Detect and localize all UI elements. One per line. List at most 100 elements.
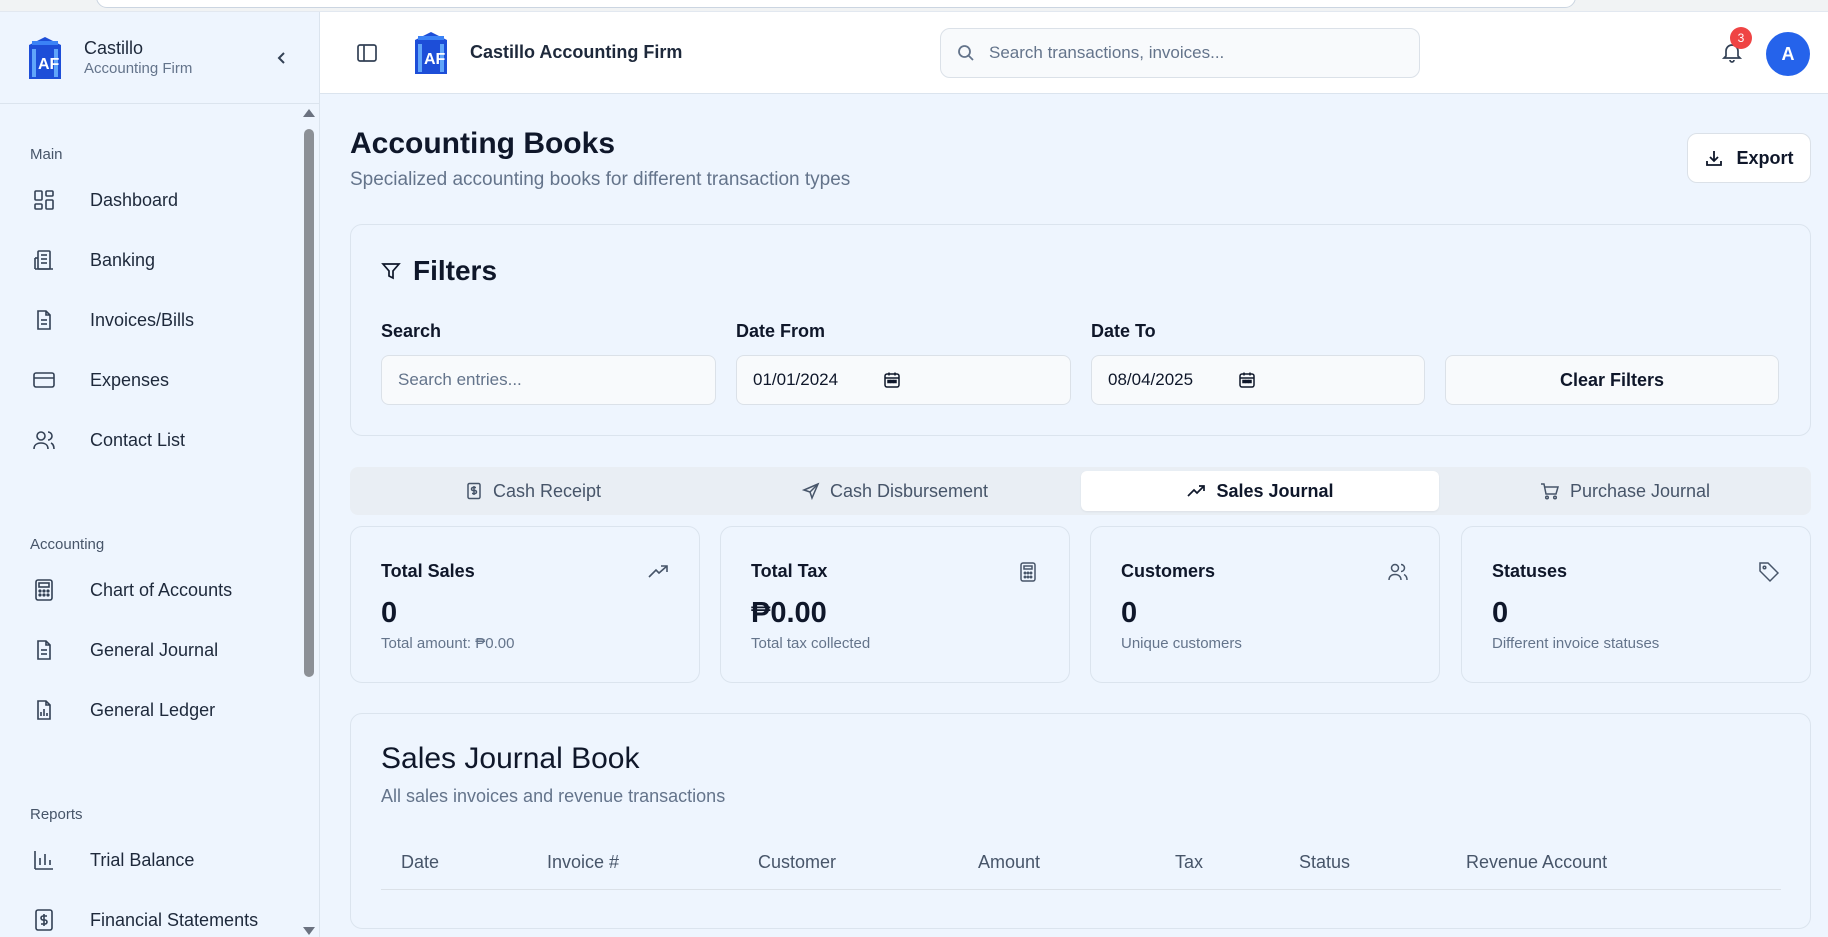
entries-search-input[interactable] [398,370,678,390]
column-header-customer[interactable]: Customer [758,852,836,873]
top-header: AF Castillo Accounting Firm 3 A [320,12,1828,94]
sidebar-item-label: General Journal [90,639,219,660]
tab-label: Purchase Journal [1569,480,1711,501]
tab-cash-disbursement[interactable]: Cash Disbursement [716,471,1074,511]
sidebar-item-trial-balance[interactable]: Trial Balance [30,838,290,882]
users-icon [30,426,58,454]
nav-section-main: Main [30,146,63,163]
tab-purchase-journal[interactable]: Purchase Journal [1446,471,1804,511]
date-to-field[interactable]: 08/04/2025 [1091,355,1425,405]
sidebar-item-dashboard[interactable]: Dashboard [30,178,290,222]
sidebar: AF Castillo Accounting Firm Main Dashboa… [0,12,320,937]
sidebar-item-label: General Ledger [90,699,216,720]
header-title: Castillo Accounting Firm [470,42,683,62]
date-from-label: Date From [736,321,826,341]
browser-address-bar[interactable] [96,0,1576,8]
table-header-row: Date Invoice # Customer Amount Tax Statu… [381,834,1781,890]
entries-search-field[interactable] [381,355,716,405]
search-label: Search [381,321,442,341]
shopping-cart-icon [1540,483,1559,500]
sidebar-item-financial-statements[interactable]: Financial Statements [30,898,290,937]
sidebar-item-general-journal[interactable]: General Journal [30,628,290,672]
sidebar-item-label: Expenses [90,369,170,390]
users-icon [1388,563,1408,581]
document-icon [30,636,58,664]
sidebar-collapse-button[interactable] [270,46,294,70]
column-header-revenue-account[interactable]: Revenue Account [1466,852,1607,873]
calculator-icon [1020,562,1036,582]
bank-building-icon [30,246,58,274]
sidebar-item-label: Chart of Accounts [90,579,233,600]
calendar-icon[interactable] [883,371,901,389]
sidebar-scrollbar[interactable] [301,107,315,937]
column-header-status[interactable]: Status [1299,852,1350,873]
firm-logo-icon: AF [415,32,447,74]
stat-card-customers: Customers 0 Unique customers [1090,526,1440,683]
filters-heading: Filters [381,255,497,287]
sidebar-item-chart-of-accounts[interactable]: Chart of Accounts [30,568,290,612]
stat-note: Different invoice statuses [1492,635,1660,652]
brand-name: Castillo [84,37,144,58]
brand-subtitle: Accounting Firm [84,59,193,77]
calculator-icon [30,576,58,604]
global-search-input[interactable] [989,43,1389,63]
toggle-sidebar-icon[interactable] [356,42,378,64]
download-icon [1706,151,1723,166]
sidebar-item-invoices-bills[interactable]: Invoices/Bills [30,298,290,342]
scroll-down-arrow-icon[interactable] [303,927,315,935]
sidebar-item-banking[interactable]: Banking [30,238,290,282]
page-subtitle: Specialized accounting books for differe… [350,169,851,190]
global-search[interactable] [940,28,1420,78]
column-header-amount[interactable]: Amount [978,852,1040,873]
bar-chart-icon [30,846,58,874]
journal-title: Sales Journal Book [381,742,640,775]
notification-count-badge: 3 [1730,27,1752,49]
stat-note: Unique customers [1121,635,1242,652]
trending-up-icon [648,565,668,578]
sidebar-item-expenses[interactable]: Expenses [30,358,290,402]
date-from-value: 01/01/2024 [753,370,839,389]
tab-cash-receipt[interactable]: Cash Receipt [354,471,712,511]
document-icon [30,306,58,334]
nav-section-reports: Reports [30,806,83,823]
tab-label: Cash Receipt [492,480,602,501]
svg-text:AF: AF [38,56,60,73]
nav-section-accounting: Accounting [30,536,105,553]
filters-card: Filters Search Date From 01/01/2024 Date… [350,224,1811,436]
dollar-receipt-icon [467,482,481,500]
scroll-up-arrow-icon[interactable] [303,109,315,117]
dashboard-grid-icon [30,186,58,214]
page-title: Accounting Books [350,127,616,160]
stat-value: ₱0.00 [751,597,827,629]
sidebar-item-label: Contact List [90,429,186,450]
send-icon [801,482,820,500]
stat-title: Statuses [1492,561,1568,581]
clear-filters-button[interactable]: Clear Filters [1445,355,1779,405]
file-chart-icon [30,696,58,724]
stat-title: Customers [1121,561,1216,581]
dollar-receipt-icon [30,906,58,934]
date-to-label: Date To [1091,321,1156,341]
sidebar-item-label: Financial Statements [90,909,259,930]
tab-sales-journal[interactable]: Sales Journal [1081,471,1439,511]
column-header-tax[interactable]: Tax [1175,852,1203,873]
trending-up-icon [1187,485,1206,497]
journal-subtitle: All sales invoices and revenue transacti… [381,786,726,806]
stat-value: 0 [381,597,398,629]
sidebar-brand: AF Castillo Accounting Firm [0,12,319,104]
sidebar-item-label: Trial Balance [90,849,195,870]
stat-card-total-sales: Total Sales 0 Total amount: ₱0.00 [350,526,700,683]
user-avatar[interactable]: A [1766,32,1810,76]
calendar-icon[interactable] [1238,371,1256,389]
column-header-invoice-number[interactable]: Invoice # [547,852,619,873]
sidebar-item-general-ledger[interactable]: General Ledger [30,688,290,732]
scrollbar-thumb[interactable] [304,129,314,677]
date-from-field[interactable]: 01/01/2024 [736,355,1071,405]
sidebar-item-contact-list[interactable]: Contact List [30,418,290,462]
sidebar-item-label: Invoices/Bills [90,309,195,330]
tab-label: Cash Disbursement [829,480,989,501]
stat-card-total-tax: Total Tax ₱0.00 Total tax collected [720,526,1070,683]
column-header-date[interactable]: Date [401,852,439,873]
export-button[interactable]: Export [1687,133,1811,183]
filter-funnel-icon [381,263,401,280]
